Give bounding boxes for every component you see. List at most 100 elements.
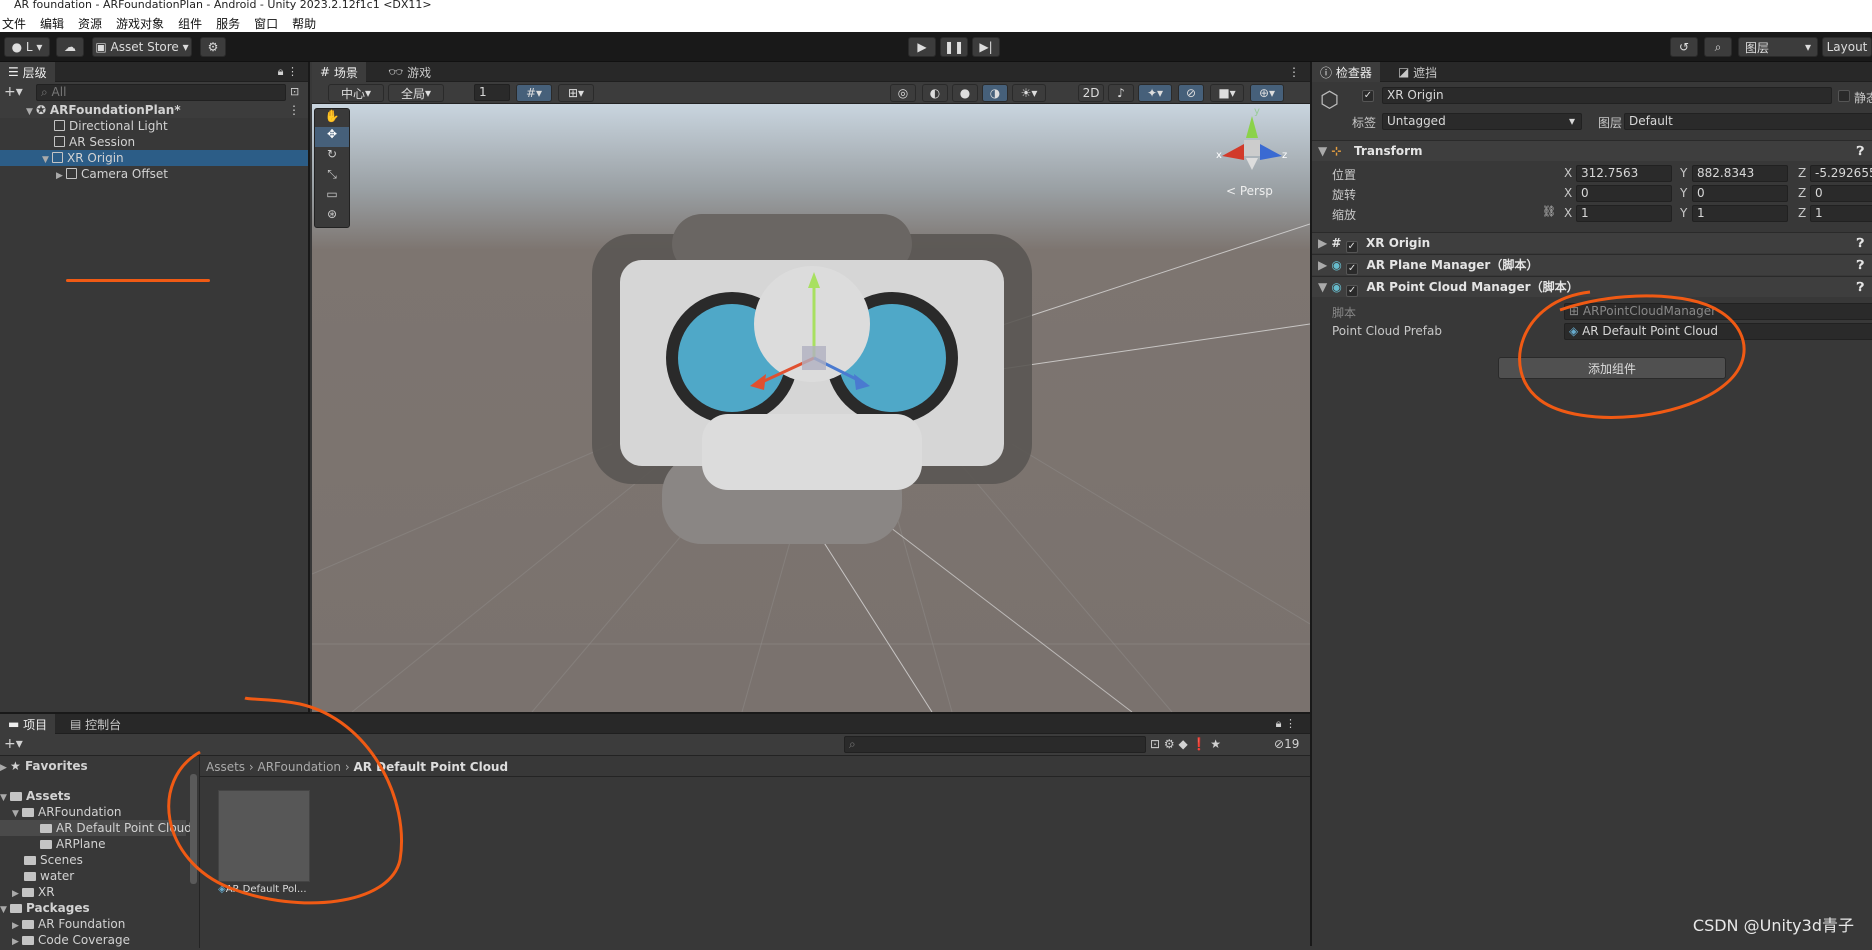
lock-icon[interactable]: 🔒︎ ⋮ [1276,717,1296,731]
rotation-x-field[interactable]: 0 [1576,185,1672,202]
menu-help[interactable]: 帮助 [292,15,316,32]
play-button[interactable]: ▶ [908,37,936,57]
prefab-field[interactable]: ◈ AR Default Point Cloud [1564,323,1872,340]
scene-root[interactable]: ▼ ✪ ARFoundationPlan* ⋮ [0,102,308,118]
hierarchy-item-camera-offset[interactable]: ▶ Camera Offset [56,166,168,182]
menu-assets[interactable]: 资源 [78,15,102,32]
increment-snap-icon[interactable]: ⊞▾ [558,84,594,102]
folder-water[interactable]: water [24,868,74,884]
scale-y-field[interactable]: 1 [1692,205,1788,222]
project-search-input[interactable]: ⌕ [844,736,1146,753]
folder-scenes[interactable]: Scenes [24,852,83,868]
grid-size-input[interactable]: 1 [474,84,510,101]
menu-window[interactable]: 窗口 [254,15,278,32]
account-dropdown[interactable]: ● L ▾ [4,37,50,57]
tab-console[interactable]: ▤ 控制台 [62,714,129,734]
rect-tool-icon[interactable]: ▭ [315,187,349,207]
assets-item[interactable]: ▼ Assets [0,788,71,804]
hand-tool-icon[interactable]: ✋ [315,109,349,127]
gizmos-icon[interactable]: ⊕▾ [1250,84,1284,102]
hierarchy-item-directional-light[interactable]: Directional Light [54,118,168,134]
breadcrumb-assets[interactable]: Assets [206,760,245,774]
rotation-z-field[interactable]: 0 [1810,185,1872,202]
layers-dropdown[interactable]: 图层 ▾ [1738,37,1818,57]
search-options-icon[interactable]: ⊡ [290,85,299,98]
help-icon[interactable]: ❓︎ [1857,141,1864,161]
pause-button[interactable]: ❚❚ [940,37,968,57]
asset-label[interactable]: ◈AR Default Pol... [218,884,307,895]
object-name-field[interactable]: XR Origin [1382,87,1832,104]
add-component-button[interactable]: 添加组件 [1498,357,1726,379]
transform-tool-icon[interactable]: ⊛ [315,207,349,227]
breadcrumb-arfoundation[interactable]: ARFoundation [258,760,342,774]
menu-file[interactable]: 文件 [2,15,26,32]
space-dropdown[interactable]: 全局 ▾ [388,84,444,102]
position-x-field[interactable]: 312.7563 [1576,165,1672,182]
settings-icon[interactable]: ⚙ [200,37,226,57]
static-checkbox[interactable] [1838,90,1850,102]
menu-gameobject[interactable]: 游戏对象 [116,15,164,32]
folder-ar-default-point-cloud[interactable]: AR Default Point Cloud [0,820,192,836]
hierarchy-item-xr-origin[interactable]: ▼ XR Origin [0,150,308,166]
packages-item[interactable]: ▼ Packages [0,900,90,916]
scene-viewport[interactable]: ✋ ✥ ↻ ⤡ ▭ ⊛ y x z < Persp [312,104,1310,712]
rotate-tool-icon[interactable]: ↻ [315,147,349,167]
rotation-y-field[interactable]: 0 [1692,185,1788,202]
wireframe-shading-icon[interactable]: ◐ [922,84,948,102]
menu-services[interactable]: 服务 [216,15,240,32]
cloud-icon[interactable]: ☁ [56,37,84,57]
scale-x-field[interactable]: 1 [1576,205,1672,222]
transform-header[interactable]: ▼ ⊹ Transform ❓︎ [1312,140,1872,161]
component-enabled-checkbox[interactable]: ✓ [1346,263,1359,275]
shaded-icon[interactable]: ● [952,84,978,102]
tab-occlusion[interactable]: ◪ 遮挡 [1390,62,1445,82]
component-enabled-checkbox[interactable]: ✓ [1345,241,1358,253]
effects-icon[interactable]: ✦▾ [1138,84,1172,102]
lighting-icon[interactable]: ☀▾ [1012,84,1046,102]
add-icon[interactable]: +▾ [4,84,23,100]
help-icon[interactable]: ❓︎ [1857,255,1864,275]
favorites-item[interactable]: ▶ ★ Favorites [0,758,88,774]
visibility-icon[interactable]: ⊘ [1178,84,1204,102]
tab-hierarchy[interactable]: ☰ 层级 [0,62,55,82]
step-button[interactable]: ▶| [972,37,1000,57]
scene-menu-icon[interactable]: ⋮ [288,102,300,118]
folder-xr[interactable]: ▶ XR [12,884,55,900]
tag-dropdown[interactable]: Untagged ▾ [1382,113,1582,130]
hierarchy-item-ar-session[interactable]: AR Session [54,134,135,150]
pivot-dropdown[interactable]: 中心 ▾ [328,84,384,102]
help-icon[interactable]: ❓︎ [1857,277,1864,297]
component-ar-point-cloud-manager-header[interactable]: ▼ ◉ ✓ AR Point Cloud Manager（脚本） ❓︎ [1312,276,1872,297]
position-z-field[interactable]: -5.292655 [1810,165,1872,182]
history-icon[interactable]: ↺ [1670,37,1698,57]
hidden-packages-count[interactable]: ⊘19 [1274,737,1299,751]
orientation-icon[interactable]: ◎ [890,84,916,102]
tree-scrollbar[interactable] [190,774,197,884]
perspective-label[interactable]: < Persp [1226,184,1273,198]
tab-game[interactable]: 👓︎ 游戏 [380,62,439,82]
component-xr-origin-header[interactable]: ▶ # ✓ XR Origin ❓︎ [1312,232,1872,253]
component-enabled-checkbox[interactable]: ✓ [1346,285,1359,297]
asset-thumbnail[interactable] [218,790,310,882]
grid-snap-icon[interactable]: #▾ [516,84,552,102]
hierarchy-search-input[interactable]: ⌕ All [36,84,286,101]
2d-toggle[interactable]: 2D [1078,84,1104,102]
help-icon[interactable]: ❓︎ [1857,233,1864,253]
scale-z-field[interactable]: 1 [1810,205,1872,222]
folder-arplane[interactable]: ARPlane [40,836,105,852]
tab-project[interactable]: ▬ 项目 [0,714,56,734]
folder-arfoundation[interactable]: ▼ ARFoundation [12,804,122,820]
active-checkbox[interactable]: ✓ [1362,90,1374,102]
move-tool-icon[interactable]: ✥ [315,127,349,147]
asset-store-button[interactable]: ▣ Asset Store ▾ [92,37,192,57]
menu-edit[interactable]: 编辑 [40,15,64,32]
scale-tool-icon[interactable]: ⤡ [315,167,349,187]
scene-menu-icon[interactable]: ⋮ [1288,65,1300,79]
tab-scene[interactable]: # 场景 [312,62,366,82]
tab-inspector[interactable]: ⓘ 检查器 [1312,62,1380,82]
search-filter-icon[interactable]: ⊡ ⚙ ◆ ❗ ★ [1150,737,1221,751]
package-ar-foundation[interactable]: ▶ AR Foundation [12,916,125,932]
menu-component[interactable]: 组件 [178,15,202,32]
audio-icon[interactable]: ♪ [1108,84,1134,102]
orientation-gizmo[interactable]: y x z [1212,106,1292,176]
